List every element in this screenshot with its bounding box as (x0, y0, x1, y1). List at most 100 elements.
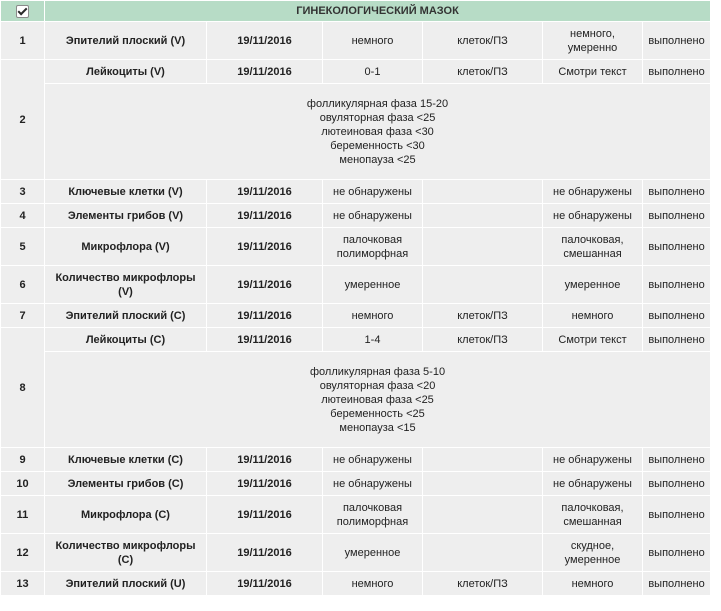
test-name: Микрофлора (C) (44, 495, 207, 534)
test-date: 19/11/2016 (206, 327, 323, 352)
result-value: не обнаружены (322, 471, 423, 496)
reference-range: не обнаружены (542, 447, 643, 472)
table-row: 9 Ключевые клетки (C) 19/11/2016 не обнаруж… (0, 447, 712, 472)
row-number: 1 (0, 21, 45, 60)
table-row: 11 Микрофлора (C) 19/11/2016 палочковая пол… (0, 495, 712, 534)
test-date: 19/11/2016 (206, 571, 323, 596)
status-text: выполнено (641, 571, 712, 596)
test-date: 19/11/2016 (206, 447, 323, 472)
reference-range: не обнаружены (542, 471, 643, 496)
reference-range: Смотри текст (542, 59, 643, 84)
test-name: Лейкоциты (C) (44, 327, 207, 352)
result-value: палочковая полиморфная (322, 495, 423, 534)
result-unit (422, 447, 543, 472)
test-name: Количество микрофлоры (V) (44, 265, 207, 304)
result-value: палочковая полиморфная (322, 227, 423, 266)
reference-range: скудное, умеренное (542, 533, 643, 572)
table-row: 1 Эпителий плоский (V) 19/11/2016 немного кл… (0, 21, 712, 60)
table-row: 12 Количество микрофлоры (C) 19/11/2016 уме… (0, 533, 712, 572)
status-text: выполнено (641, 265, 712, 304)
test-name: Эпителий плоский (C) (44, 303, 207, 328)
result-unit (422, 533, 543, 572)
row-number: 9 (0, 447, 45, 472)
table-row: 10 Элементы грибов (C) 19/11/2016 не обнару… (0, 471, 712, 496)
test-name: Количество микрофлоры (C) (44, 533, 207, 572)
row-number: 10 (0, 471, 45, 496)
status-text: выполнено (641, 59, 712, 84)
result-value: немного (322, 571, 423, 596)
select-all-checkbox[interactable] (16, 4, 29, 18)
result-value: немного (322, 21, 423, 60)
select-all-cell[interactable] (0, 0, 45, 22)
reference-note-line: лютеиновая фаза <30 (321, 125, 434, 138)
test-date: 19/11/2016 (206, 179, 323, 204)
reference-note-line: овуляторная фаза <25 (319, 111, 436, 124)
status-text: выполнено (641, 303, 712, 328)
reference-range: немного, умеренно (542, 21, 643, 60)
result-unit: клеток/ПЗ (422, 21, 543, 60)
row-number: 4 (0, 203, 45, 228)
test-date: 19/11/2016 (206, 227, 323, 266)
result-unit (422, 227, 543, 266)
reference-note-line: овуляторная фаза <20 (319, 379, 436, 392)
result-value: не обнаружены (322, 203, 423, 228)
reference-range: умеренное (542, 265, 643, 304)
reference-note-line: лютеиновая фаза <25 (321, 393, 434, 406)
row-number: 7 (0, 303, 45, 328)
test-name: Эпителий плоский (V) (44, 21, 207, 60)
status-text: выполнено (641, 495, 712, 534)
status-text: выполнено (641, 327, 712, 352)
table-row: 5 Микрофлора (V) 19/11/2016 палочковая поли… (0, 227, 712, 266)
status-text: выполнено (641, 471, 712, 496)
result-unit (422, 179, 543, 204)
test-date: 19/11/2016 (206, 265, 323, 304)
row-number: 11 (0, 495, 45, 534)
result-value: не обнаружены (322, 179, 423, 204)
test-name: Микрофлора (V) (44, 227, 207, 266)
row-number: 12 (0, 533, 45, 572)
section-title: ГИНЕКОЛОГИЧЕСКИЙ МАЗОК (43, 0, 712, 22)
results-table: ГИНЕКОЛОГИЧЕСКИЙ МАЗОК 1 Эпителий плоский… (0, 0, 712, 596)
status-text: выполнено (641, 227, 712, 266)
result-value: умеренное (322, 533, 423, 572)
test-date: 19/11/2016 (206, 303, 323, 328)
reference-note: фолликулярная фаза 5-10 овуляторная фаза … (43, 351, 712, 448)
status-text: выполнено (641, 21, 712, 60)
test-date: 19/11/2016 (206, 59, 323, 84)
table-row: 8 Лейкоциты (C) 19/11/2016 1-4 клеток/ПЗ Смот… (0, 327, 712, 448)
row-number: 8 (0, 327, 45, 448)
row-number: 2 (0, 59, 45, 180)
test-name: Эпителий плоский (U) (44, 571, 207, 596)
result-unit: клеток/ПЗ (422, 59, 543, 84)
reference-note-line: фолликулярная фаза 15-20 (306, 97, 449, 110)
status-text: выполнено (641, 533, 712, 572)
row-number: 13 (0, 571, 45, 596)
result-value: 0-1 (322, 59, 423, 84)
reference-range: не обнаружены (542, 179, 643, 204)
reference-range: Смотри текст (542, 327, 643, 352)
reference-note: фолликулярная фаза 15-20 овуляторная фаза… (43, 83, 712, 180)
test-name: Лейкоциты (V) (44, 59, 207, 84)
result-unit: клеток/ПЗ (422, 571, 543, 596)
test-name: Ключевые клетки (C) (44, 447, 207, 472)
reference-range: не обнаружены (542, 203, 643, 228)
table-row: 2 Лейкоциты (V) 19/11/2016 0-1 клеток/ПЗ Смот… (0, 59, 712, 180)
test-name: Элементы грибов (C) (44, 471, 207, 496)
reference-note-line: менопауза <25 (339, 153, 416, 166)
result-value: немного (322, 303, 423, 328)
result-value: не обнаружены (322, 447, 423, 472)
reference-note-row: фолликулярная фаза 5-10 овуляторная фаза … (1, 351, 712, 448)
test-date: 19/11/2016 (206, 495, 323, 534)
table-header-row: ГИНЕКОЛОГИЧЕСКИЙ МАЗОК (0, 0, 712, 22)
reference-note-line: фолликулярная фаза 5-10 (309, 365, 446, 378)
reference-range: немного (542, 571, 643, 596)
test-name: Ключевые клетки (V) (44, 179, 207, 204)
result-unit: клеток/ПЗ (422, 303, 543, 328)
test-date: 19/11/2016 (206, 203, 323, 228)
row-number: 3 (0, 179, 45, 204)
result-unit (422, 471, 543, 496)
test-date: 19/11/2016 (206, 471, 323, 496)
result-value: умеренное (322, 265, 423, 304)
status-text: выполнено (641, 447, 712, 472)
result-unit (422, 203, 543, 228)
